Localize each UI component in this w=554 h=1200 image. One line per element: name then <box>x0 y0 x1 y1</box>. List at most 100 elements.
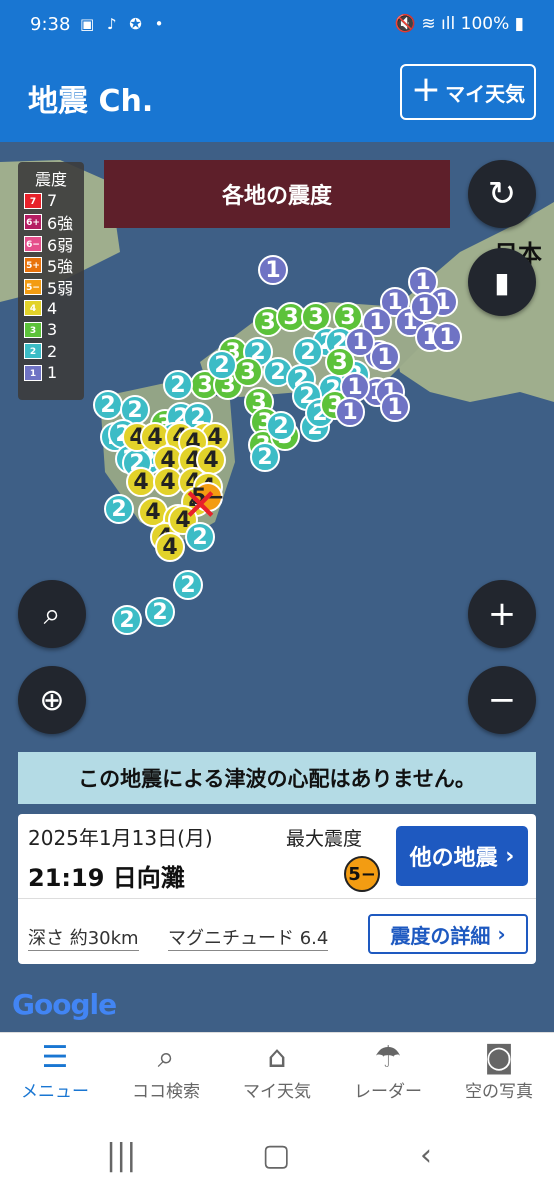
legend-label: 5弱 <box>47 278 74 298</box>
nav-label: レーダー <box>354 1082 422 1102</box>
quake-date: 2025年1月13日(月) <box>28 826 213 850</box>
intensity-marker[interactable]: 1 <box>432 322 462 352</box>
intensity-marker[interactable]: 2 <box>93 390 123 420</box>
chevron-right-icon: › <box>490 922 506 946</box>
add-my-weather-button[interactable]: + マイ天気 <box>400 64 536 120</box>
nav-radar[interactable]: ☂ レーダー <box>333 1033 443 1117</box>
intensity-marker[interactable]: 2 <box>163 370 193 400</box>
notification-icons: ▣ ♪ ✪ • <box>80 15 168 33</box>
status-bar: 9:38 ▣ ♪ ✪ • 🔇 ≋ ıll 100% ▮ <box>0 0 554 50</box>
chevron-right-icon: › <box>497 843 515 869</box>
map-title-banner: 各地の震度 <box>104 160 450 228</box>
legend-label: 7 <box>47 191 58 211</box>
home-button[interactable]: ▢ <box>262 1138 290 1173</box>
divider <box>18 898 536 899</box>
quake-depth: 深さ 約30km <box>28 924 139 951</box>
tsunami-notice: この地震による津波の心配はありません。 <box>18 752 536 804</box>
bottom-navigation: ☰ メニュー ⌕ ココ検索 ⌂ マイ天気 ☂ レーダー ◙ 空の写真 <box>0 1032 554 1117</box>
plus-icon: + <box>410 69 442 110</box>
legend-swatch: 6− <box>24 235 42 252</box>
legend-label: 5強 <box>47 257 74 277</box>
current-location-button[interactable]: ⊕ <box>18 666 86 734</box>
minus-icon: − <box>487 680 517 720</box>
intensity-marker[interactable]: 2 <box>145 597 175 627</box>
legend-swatch: 5+ <box>24 257 42 274</box>
intensity-marker[interactable]: 3 <box>325 347 355 377</box>
recents-button[interactable]: ||| <box>106 1138 136 1173</box>
intensity-detail-button[interactable]: 震度の詳細 › <box>368 914 528 954</box>
legend-row: 5+ 5強 <box>18 255 84 277</box>
legend-swatch: 3 <box>24 321 42 338</box>
intensity-marker[interactable]: 4 <box>155 532 185 562</box>
signal-icons: 🔇 ≋ ıll <box>394 14 456 34</box>
legend-label: 2 <box>47 341 58 361</box>
intensity-marker[interactable]: 1 <box>335 397 365 427</box>
nav-label: 空の写真 <box>465 1082 533 1102</box>
intensity-marker[interactable]: 2 <box>266 411 296 441</box>
camera-icon: ◙ <box>484 1040 514 1075</box>
search-icon: ⌕ <box>157 1040 175 1075</box>
legend-label: 4 <box>47 298 58 318</box>
app-bar: 地震 Ch. + マイ天気 <box>0 50 554 142</box>
search-button[interactable]: ⌕ <box>18 580 86 648</box>
app-title: 地震 Ch. <box>28 84 154 119</box>
legend-swatch: 5− <box>24 278 42 295</box>
intensity-marker[interactable]: 4 <box>126 467 156 497</box>
search-icon: ⌕ <box>43 596 61 632</box>
quake-info-card: 2025年1月13日(月) 21:19 日向灘 最大震度 5− 他の地震 › 深… <box>18 814 536 964</box>
other-quakes-button[interactable]: 他の地震 › <box>396 826 528 886</box>
intensity-marker[interactable]: 1 <box>370 342 400 372</box>
plus-icon: + <box>487 594 517 634</box>
legend-row: 33 <box>18 319 84 341</box>
intensity-marker[interactable]: 1 <box>410 292 440 322</box>
legend-row: 11 <box>18 362 84 384</box>
max-intensity-label: 最大震度 <box>286 828 363 850</box>
legend-row: 6+ 6強 <box>18 212 84 233</box>
legend-row: 5− 5弱 <box>18 276 84 298</box>
legend-swatch: 6+ <box>24 214 42 231</box>
intensity-marker[interactable]: 1 <box>380 392 410 422</box>
epicenter-icon: ✕ <box>182 480 219 531</box>
intensity-marker[interactable]: 2 <box>104 494 134 524</box>
home-icon: ⌂ <box>267 1040 287 1075</box>
legend-label: 6弱 <box>47 235 74 255</box>
intensity-marker[interactable]: 2 <box>112 605 142 635</box>
legend-swatch: 1 <box>24 364 42 381</box>
nav-search[interactable]: ⌕ ココ検索 <box>111 1033 221 1117</box>
map-type-button[interactable]: ▮ <box>468 248 536 316</box>
nav-label: マイ天気 <box>243 1082 311 1102</box>
legend-row: 6− 6弱 <box>18 233 84 255</box>
intensity-marker[interactable]: 2 <box>207 350 237 380</box>
legend-row: 77 <box>18 190 84 212</box>
legend-title: 震度 <box>34 170 67 189</box>
other-quakes-label: 他の地震 <box>409 846 498 871</box>
nav-label: ココ検索 <box>132 1082 200 1102</box>
umbrella-icon: ☂ <box>374 1040 402 1075</box>
nav-label: メニュー <box>21 1082 89 1102</box>
location-target-icon: ⊕ <box>39 682 65 718</box>
back-button[interactable]: ‹ <box>420 1138 432 1173</box>
refresh-icon: ↻ <box>487 174 517 214</box>
google-logo: Google <box>12 988 117 1021</box>
legend-label: 3 <box>47 320 58 340</box>
zoom-in-button[interactable]: + <box>468 580 536 648</box>
intensity-detail-label: 震度の詳細 <box>390 923 491 948</box>
intensity-legend: 震度 7 7 6+ 6強 6− 6弱 5+ 5強 5− 5弱 4 4 3 3 2 2 1 1 <box>18 162 84 400</box>
zoom-out-button[interactable]: − <box>468 666 536 734</box>
nav-sky-photos[interactable]: ◙ 空の写真 <box>444 1033 554 1117</box>
nav-my-weather[interactable]: ⌂ マイ天気 <box>222 1033 332 1117</box>
intensity-marker[interactable]: 2 <box>293 337 323 367</box>
legend-label: 1 <box>47 363 58 383</box>
my-weather-label: マイ天気 <box>445 81 526 106</box>
map-icon: ▮ <box>494 265 510 299</box>
intensity-marker[interactable]: 3 <box>233 357 263 387</box>
system-navigation-bar: ||| ▢ ‹ <box>0 1116 554 1200</box>
menu-icon: ☰ <box>41 1040 69 1075</box>
refresh-button[interactable]: ↻ <box>468 160 536 228</box>
quake-map[interactable]: 各地の震度 震度 776+6強6−6弱5+5強5−5弱44332211 ↻ 日本… <box>0 142 554 1032</box>
nav-menu[interactable]: ☰ メニュー <box>0 1033 110 1117</box>
intensity-marker[interactable]: 1 <box>258 255 288 285</box>
intensity-marker[interactable]: 2 <box>173 570 203 600</box>
legend-row: 22 <box>18 341 84 363</box>
intensity-marker[interactable]: 2 <box>250 442 280 472</box>
